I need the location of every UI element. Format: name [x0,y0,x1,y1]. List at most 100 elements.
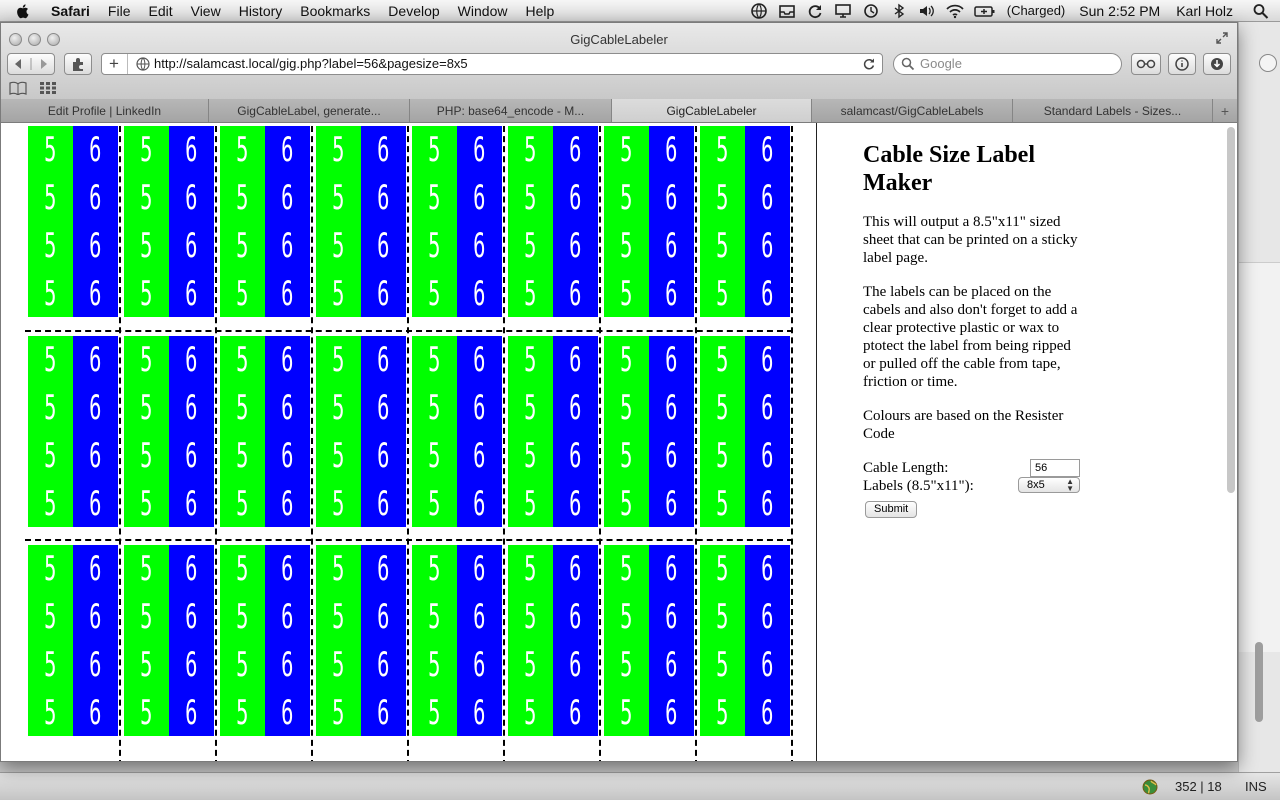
cable-label: 55556666 [604,336,694,527]
globe-status-icon[interactable] [750,2,768,19]
menu-view[interactable]: View [182,3,230,19]
downloads-button[interactable] [1203,53,1231,75]
label-digit: 6 [665,178,678,218]
download-icon [1211,58,1223,70]
label-digit: 6 [665,597,678,637]
label-form: Cable Length: Labels (8.5"x11"): 56 8x5 … [863,459,1085,494]
label-digit: 6 [377,597,390,637]
label-digit: 6 [665,484,678,524]
submit-button[interactable]: Submit [865,501,918,518]
open-book-icon[interactable] [9,81,27,95]
reader-button[interactable] [1131,53,1161,75]
label-stripe-left: 5 5 5 5 [604,336,649,527]
clock[interactable]: Sun 2:52 PM [1079,3,1160,19]
label-digit: 6 [473,645,486,685]
label-digit: 6 [281,130,294,170]
time-machine-status-icon[interactable] [862,3,880,19]
label-digit: 6 [761,274,774,314]
page-size-value: 8x5 [1027,479,1045,491]
label-stripe-left: 5 5 5 5 [700,126,745,317]
cable-label: 55556666 [316,126,406,317]
menu-bar: Safari File Edit View History Bookmarks … [0,0,1280,22]
label-stripe-right: 6 6 6 6 [73,126,118,317]
cable-length-input[interactable]: 56 [1030,459,1080,477]
bookmarks-bar [1,77,1237,99]
menu-edit[interactable]: Edit [139,3,181,19]
wifi-status-icon[interactable] [946,3,964,19]
volume-status-icon[interactable] [918,3,936,19]
colour-note-paragraph: Colours are based on the Resister Code [863,408,1064,442]
menu-help[interactable]: Help [516,3,563,19]
back-forward-arrows-icon [15,58,47,70]
cable-label: 55556666 [412,126,502,317]
user-name[interactable]: Karl Holz [1176,3,1233,19]
label-digit: 6 [89,436,102,476]
label-digit: 6 [377,549,390,589]
cut-line-vertical [119,126,121,761]
spotlight-search-icon[interactable] [1252,3,1270,19]
label-digit: 6 [665,226,678,266]
tab-linkedin[interactable]: Edit Profile | LinkedIn [1,99,209,122]
page-scrollbar[interactable] [1227,127,1235,493]
address-bar[interactable]: + http://salamcast.local/gig.php?label=5… [101,53,883,75]
label-digit: 5 [236,130,249,170]
menu-file[interactable]: File [99,3,140,19]
label-digit: 5 [524,340,537,380]
label-digit: 6 [665,388,678,428]
label-digit: 6 [377,484,390,524]
menu-bookmarks[interactable]: Bookmarks [291,3,379,19]
cut-line-vertical [407,126,409,761]
menu-app-safari[interactable]: Safari [42,3,99,19]
tab-label: Standard Labels - Sizes... [1043,103,1182,118]
battery-status-icon[interactable] [973,3,996,19]
reload-icon[interactable] [862,57,876,71]
label-digit: 6 [281,340,294,380]
top-sites-grid-icon[interactable] [39,81,57,95]
info-button[interactable] [1168,53,1196,75]
label-digit: 5 [716,130,729,170]
search-field[interactable]: Google [893,53,1122,75]
label-digit: 6 [185,388,198,428]
search-placeholder: Google [920,56,962,71]
label-digit: 6 [281,388,294,428]
bluetooth-status-icon[interactable] [890,3,908,19]
page-size-select[interactable]: 8x5 ▲ ▼ [1018,477,1080,493]
url-text[interactable]: http://salamcast.local/gig.php?label=56&… [154,56,468,71]
insert-mode[interactable]: INS [1245,779,1267,794]
label-digit: 6 [569,178,582,218]
tab-gigcablelabeler[interactable]: GigCableLabeler [612,99,812,122]
menu-window[interactable]: Window [449,3,517,19]
tab-gigcablelabel-generate[interactable]: GigCableLabel, generate... [209,99,410,122]
label-digit: 6 [761,178,774,218]
label-digit: 6 [185,178,198,218]
background-close-icon[interactable] [1259,54,1277,72]
menu-develop[interactable]: Develop [379,3,448,19]
cable-label: 55556666 [316,336,406,527]
cable-label: 55556666 [604,545,694,736]
label-digit: 6 [281,549,294,589]
new-tab-button[interactable]: + [1213,99,1237,122]
label-digit: 5 [620,597,633,637]
label-digit: 5 [524,597,537,637]
cable-label: 55556666 [220,336,310,527]
extensions-button[interactable] [64,53,92,75]
background-scrollbar[interactable] [1255,642,1263,722]
label-digit: 5 [428,549,441,589]
label-digit: 6 [185,645,198,685]
tab-standard-labels[interactable]: Standard Labels - Sizes... [1013,99,1213,122]
back-forward-buttons[interactable] [7,53,55,75]
fullscreen-icon[interactable] [1215,31,1229,45]
label-digit: 6 [569,226,582,266]
label-digit: 5 [332,597,345,637]
menu-history[interactable]: History [230,3,292,19]
label-digit: 6 [89,340,102,380]
sync-status-icon[interactable] [806,3,824,19]
tab-salamcast-repo[interactable]: salamcast/GigCableLabels [812,99,1013,122]
inbox-status-icon[interactable] [778,3,796,19]
tab-php-base64[interactable]: PHP: base64_encode - M... [410,99,612,122]
safari-window: GigCableLabeler + http://salamcast.local… [0,22,1238,762]
add-bookmark-icon[interactable]: + [109,55,119,73]
apple-menu-icon[interactable] [14,2,32,20]
display-status-icon[interactable] [834,3,852,19]
label-digit: 5 [524,549,537,589]
